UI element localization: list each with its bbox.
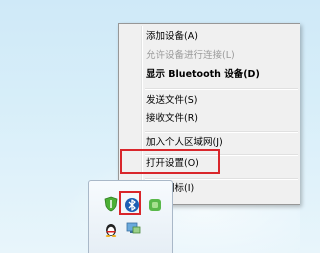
green-app-icon[interactable] <box>147 197 163 213</box>
menu-item-allow-connections: 允许设备进行连接(L) <box>146 50 235 61</box>
menu-item-send-file[interactable]: 发送文件(S) <box>146 92 296 110</box>
bluetooth-context-menu: 添加设备(A) 允许设备进行连接(L) 显示 Bluetooth 设备(D) 发… <box>118 23 300 205</box>
menu-item-show-bluetooth-devices[interactable]: 显示 Bluetooth 设备(D) <box>146 66 296 84</box>
menu-separator <box>145 131 298 133</box>
network-icon[interactable] <box>125 221 141 237</box>
qq-penguin-icon[interactable] <box>103 221 119 237</box>
menu-item-receive-file[interactable]: 接收文件(R) <box>146 110 296 128</box>
menu-item-add-device[interactable]: 添加设备(A) <box>146 28 296 46</box>
open-settings-highlight <box>120 149 220 174</box>
shield-icon[interactable] <box>103 196 119 212</box>
menu-separator <box>145 88 298 90</box>
bluetooth-icon-highlight <box>119 191 141 215</box>
